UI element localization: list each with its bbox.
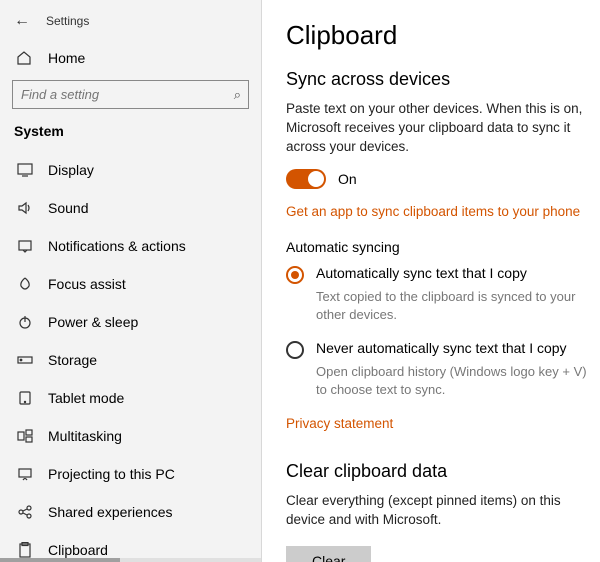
clear-button[interactable]: Clear xyxy=(286,546,371,562)
tablet-icon xyxy=(16,389,34,407)
sidebar-item-sound[interactable]: Sound xyxy=(0,189,261,227)
sidebar-item-power-sleep[interactable]: Power & sleep xyxy=(0,303,261,341)
storage-icon xyxy=(16,351,34,369)
search-icon: ⌕ xyxy=(234,87,241,103)
shared-icon xyxy=(16,503,34,521)
radio-label: Automatically sync text that I copy xyxy=(316,265,527,281)
radio-label: Never automatically sync text that I cop… xyxy=(316,340,567,356)
sidebar-scrollbar[interactable] xyxy=(0,558,261,562)
sidebar-item-label: Projecting to this PC xyxy=(48,466,175,482)
sidebar-item-display[interactable]: Display xyxy=(0,151,261,189)
radio-auto-sync[interactable]: Automatically sync text that I copy xyxy=(286,265,600,284)
search-wrap: ⌕ xyxy=(12,80,249,109)
sync-toggle[interactable] xyxy=(286,169,326,189)
power-icon xyxy=(16,313,34,331)
search-input[interactable] xyxy=(12,80,249,109)
sidebar-item-tablet-mode[interactable]: Tablet mode xyxy=(0,379,261,417)
sidebar-item-label: Notifications & actions xyxy=(48,238,186,254)
clear-description: Clear everything (except pinned items) o… xyxy=(286,492,600,530)
sidebar-header: ← Settings xyxy=(0,8,261,40)
radio-never-sync-desc: Open clipboard history (Windows logo key… xyxy=(316,363,600,399)
sync-heading: Sync across devices xyxy=(286,69,600,90)
sidebar: ← Settings Home ⌕ System Display Sound xyxy=(0,0,262,562)
sidebar-item-label: Shared experiences xyxy=(48,504,173,520)
sidebar-home-label: Home xyxy=(48,50,85,66)
multitasking-icon xyxy=(16,427,34,445)
sidebar-item-label: Tablet mode xyxy=(48,390,124,406)
display-icon xyxy=(16,161,34,179)
sidebar-item-label: Focus assist xyxy=(48,276,126,292)
sidebar-nav-list: Display Sound Notifications & actions Fo… xyxy=(0,151,261,558)
sound-icon xyxy=(16,199,34,217)
sidebar-item-projecting[interactable]: Projecting to this PC xyxy=(0,455,261,493)
sidebar-item-storage[interactable]: Storage xyxy=(0,341,261,379)
sync-toggle-label: On xyxy=(338,171,357,187)
get-app-link[interactable]: Get an app to sync clipboard items to yo… xyxy=(286,204,580,219)
sidebar-item-label: Sound xyxy=(48,200,88,216)
scrollbar-thumb[interactable] xyxy=(0,558,120,562)
sidebar-item-label: Display xyxy=(48,162,94,178)
focus-assist-icon xyxy=(16,275,34,293)
sidebar-item-label: Storage xyxy=(48,352,97,368)
sidebar-home[interactable]: Home xyxy=(0,40,261,76)
sidebar-item-label: Clipboard xyxy=(48,542,108,558)
auto-sync-heading: Automatic syncing xyxy=(286,239,600,255)
notifications-icon xyxy=(16,237,34,255)
main-panel: Clipboard Sync across devices Paste text… xyxy=(262,0,600,562)
sidebar-item-multitasking[interactable]: Multitasking xyxy=(0,417,261,455)
sidebar-item-focus-assist[interactable]: Focus assist xyxy=(0,265,261,303)
radio-icon xyxy=(286,266,304,284)
sidebar-section-heading: System xyxy=(0,119,261,151)
sidebar-item-clipboard[interactable]: Clipboard xyxy=(0,531,261,558)
back-icon[interactable]: ← xyxy=(14,12,30,30)
clipboard-icon xyxy=(16,541,34,558)
radio-icon xyxy=(286,341,304,359)
privacy-link[interactable]: Privacy statement xyxy=(286,416,393,431)
page-title: Clipboard xyxy=(286,20,600,51)
clear-heading: Clear clipboard data xyxy=(286,461,600,482)
sync-description: Paste text on your other devices. When t… xyxy=(286,100,600,157)
sidebar-item-shared-experiences[interactable]: Shared experiences xyxy=(0,493,261,531)
radio-auto-sync-desc: Text copied to the clipboard is synced t… xyxy=(316,288,600,324)
sync-toggle-row: On xyxy=(286,169,600,189)
projecting-icon xyxy=(16,465,34,483)
auto-sync-radio-group: Automatically sync text that I copy Text… xyxy=(286,265,600,400)
sidebar-item-label: Power & sleep xyxy=(48,314,138,330)
sidebar-item-notifications[interactable]: Notifications & actions xyxy=(0,227,261,265)
sidebar-item-label: Multitasking xyxy=(48,428,122,444)
window-title: Settings xyxy=(46,14,89,28)
radio-never-sync[interactable]: Never automatically sync text that I cop… xyxy=(286,340,600,359)
home-icon xyxy=(16,50,34,66)
